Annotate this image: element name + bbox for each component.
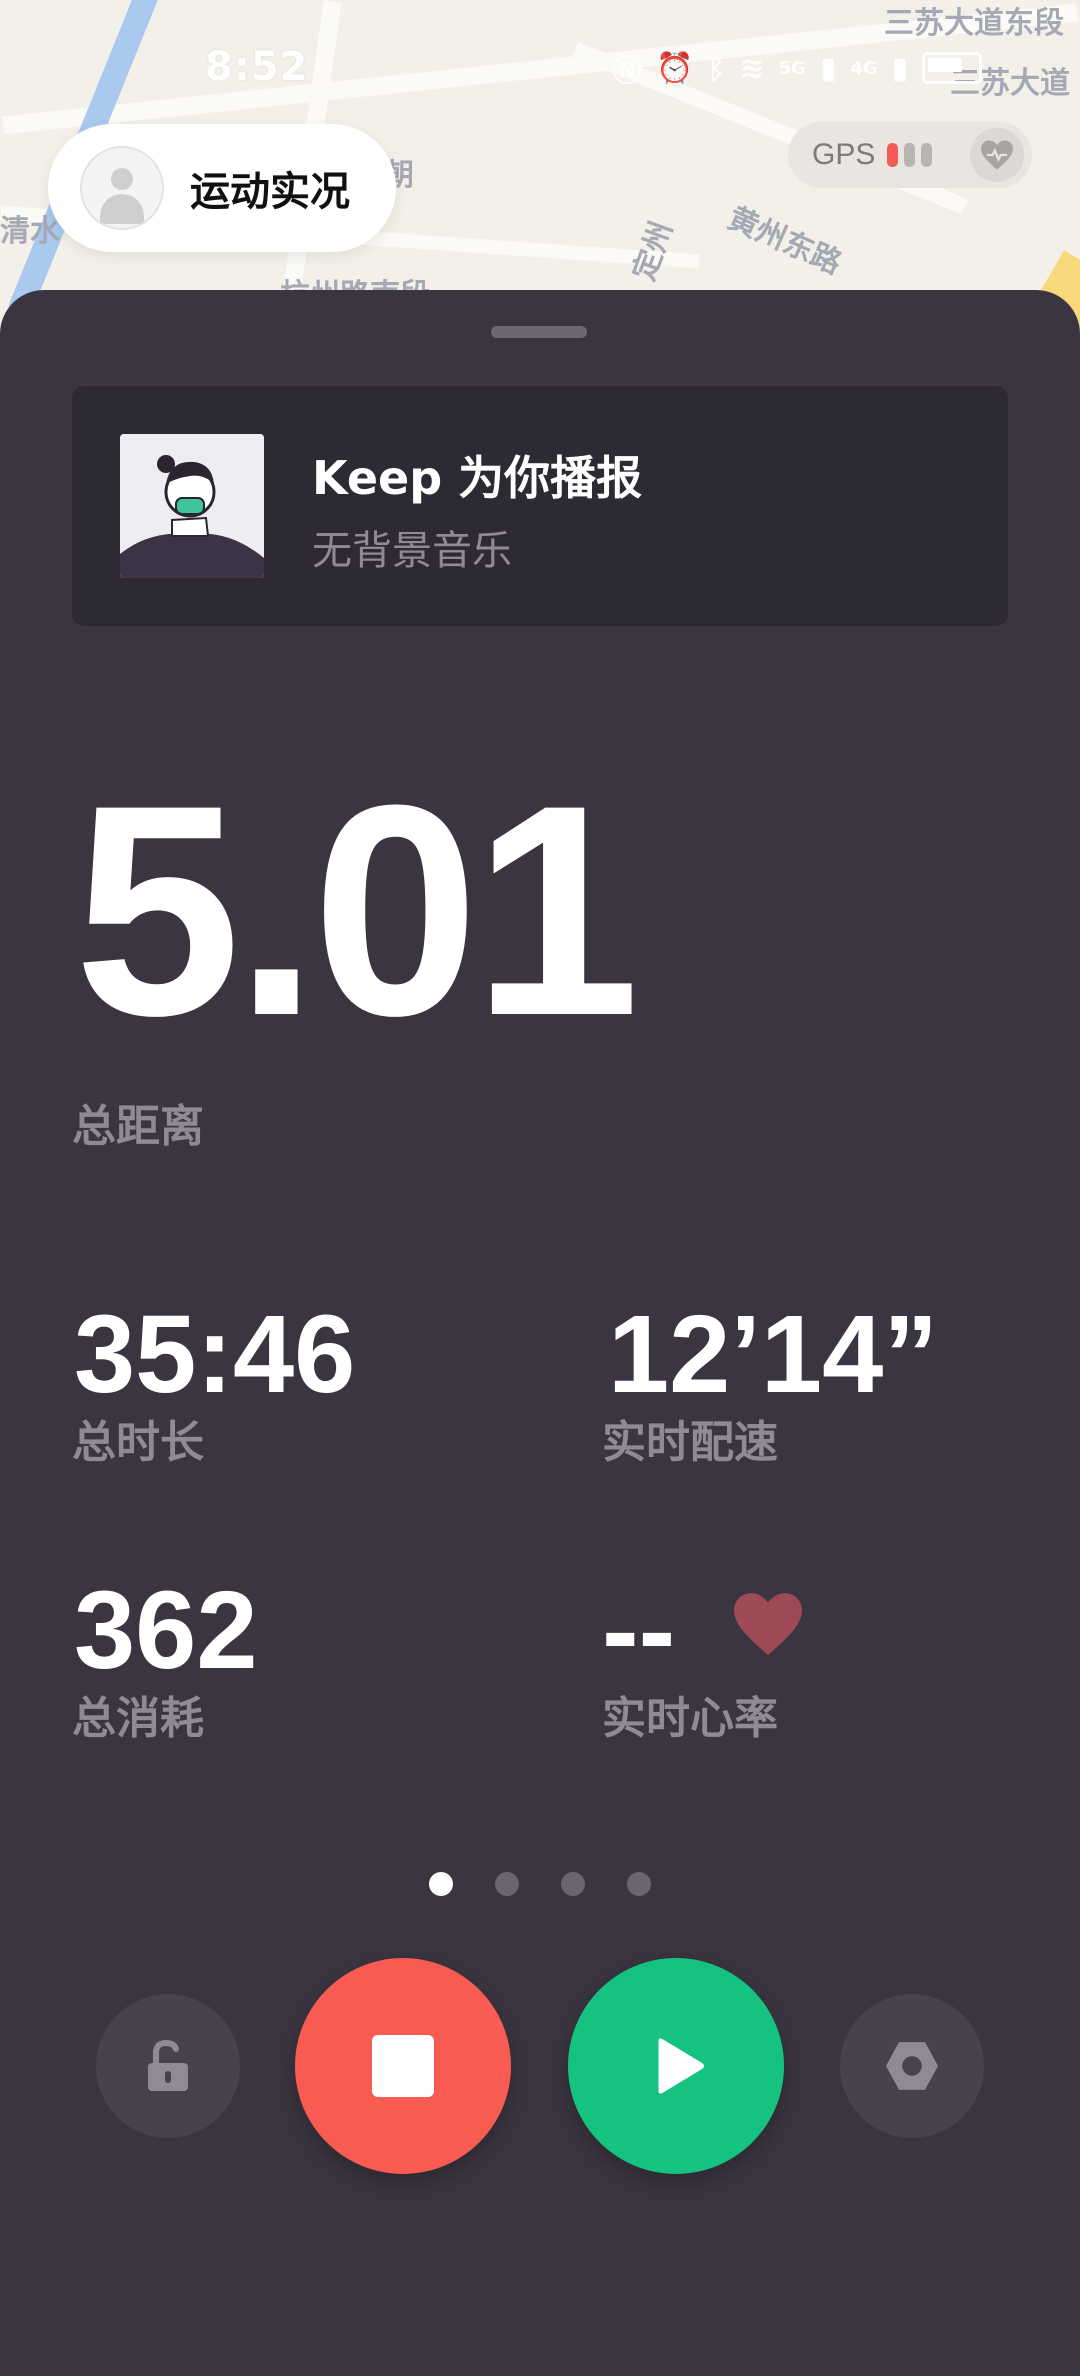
broadcast-title: Keep 为你播报 xyxy=(312,451,643,505)
avatar-head xyxy=(111,168,133,190)
nfc-icon: Ⓝ xyxy=(612,54,642,89)
page-indicator xyxy=(0,1872,1080,1902)
gps-bar xyxy=(887,143,899,167)
5g-signal-icon: ▮ xyxy=(819,50,837,86)
bluetooth-icon: ᛒ xyxy=(707,50,726,86)
broadcast-cover-icon xyxy=(120,434,264,578)
5g-label: 5G xyxy=(778,57,806,79)
heart-rate-value: -- xyxy=(602,1569,676,1692)
lock-button[interactable] xyxy=(96,1994,240,2138)
map-label: 定州 xyxy=(626,217,680,286)
stop-button[interactable] xyxy=(295,1958,511,2174)
user-avatar-icon[interactable] xyxy=(80,146,164,230)
status-bar: 8:52 Ⓝ ⏰ ᛒ ≋ 5G ▮ 4G ▮ xyxy=(0,0,1080,130)
heart-rate-icon[interactable] xyxy=(970,128,1024,182)
audio-broadcast-card[interactable]: Keep 为你播报 无背景音乐 xyxy=(72,386,1008,626)
gps-signal-bars xyxy=(887,143,933,167)
resume-button[interactable] xyxy=(568,1958,784,2174)
battery-icon xyxy=(922,52,983,84)
4g-signal-icon: ▮ xyxy=(891,50,909,86)
distance-label: 总距离 xyxy=(72,1101,204,1152)
live-workout-header[interactable]: 运动实况 xyxy=(48,124,396,252)
lock-icon xyxy=(148,2039,188,2091)
status-icons: Ⓝ ⏰ ᛒ ≋ 5G ▮ 4G ▮ xyxy=(612,46,983,90)
heart-rate-label: 实时心率 xyxy=(602,1693,778,1744)
status-time: 8:52 xyxy=(205,44,309,90)
gps-status[interactable]: GPS xyxy=(788,122,1032,188)
pace-value: 12’14” xyxy=(608,1293,939,1416)
sheet-handle[interactable] xyxy=(491,326,587,338)
wifi-icon: ≋ xyxy=(739,50,765,86)
alarm-icon: ⏰ xyxy=(656,50,694,86)
page-dot[interactable] xyxy=(429,1872,453,1896)
broadcast-subtitle: 无背景音乐 xyxy=(312,528,512,574)
play-icon xyxy=(658,2038,705,2094)
settings-button[interactable] xyxy=(840,1994,984,2138)
gps-bar xyxy=(921,143,933,167)
gps-label: GPS xyxy=(812,138,876,171)
page-dot[interactable] xyxy=(627,1872,651,1896)
stop-icon xyxy=(372,2035,434,2097)
page-title: 运动实况 xyxy=(190,169,350,215)
distance-value: 5.01 xyxy=(74,742,640,1078)
pace-label: 实时配速 xyxy=(602,1417,778,1468)
workout-sheet: Keep 为你播报 无背景音乐 5.01 总距离 35:46 总时长 12’14… xyxy=(0,290,1080,2376)
gps-bar xyxy=(904,143,916,167)
page-dot[interactable] xyxy=(561,1872,585,1896)
page-dot[interactable] xyxy=(495,1872,519,1896)
calories-value: 362 xyxy=(74,1569,258,1692)
map-label: 黄州东路 xyxy=(722,200,847,282)
calories-label: 总消耗 xyxy=(72,1693,204,1744)
duration-label: 总时长 xyxy=(72,1417,204,1468)
map-label: 清水 xyxy=(0,214,60,249)
avatar-body xyxy=(100,194,144,224)
heart-icon xyxy=(730,1590,806,1662)
settings-icon xyxy=(886,2042,938,2090)
duration-value: 35:46 xyxy=(74,1293,356,1416)
4g-label: 4G xyxy=(850,57,878,79)
